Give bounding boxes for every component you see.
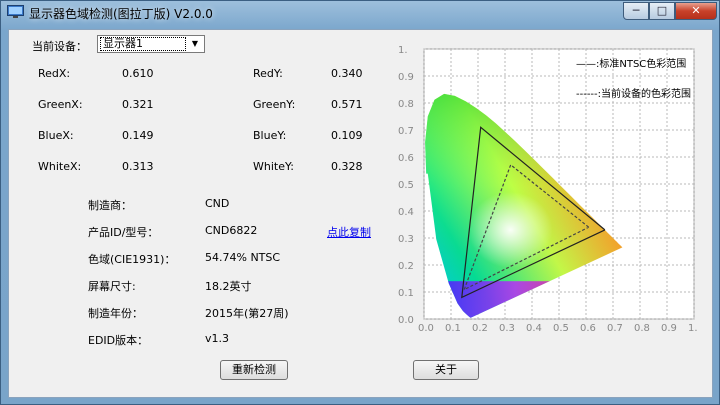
legend-ntsc: ——:标准NTSC色彩范围 bbox=[576, 57, 686, 70]
green-x-label: GreenX: bbox=[38, 98, 83, 111]
blue-y-label: BlueY: bbox=[253, 129, 287, 142]
manufacturer-value: CND bbox=[205, 197, 230, 210]
legend-device: ------:当前设备的色彩范围 bbox=[576, 87, 691, 100]
white-y-value: 0.328 bbox=[331, 160, 363, 173]
y-tick-label: 0.6 bbox=[398, 153, 414, 164]
cie-chromaticity-chart: 0.0 0.1 0.2 0.3 0.4 0.5 0.6 0.7 0.8 0.9 1. 0.0 0.1 0.… bbox=[394, 37, 710, 342]
product-id-label: 产品ID/型号： bbox=[88, 226, 159, 239]
screen-size-label: 屏幕尺寸: bbox=[88, 280, 136, 293]
x-tick-label: 0.9 bbox=[661, 323, 677, 334]
x-tick-label: 0.3 bbox=[499, 323, 515, 334]
y-tick-label: 0.5 bbox=[398, 180, 414, 191]
x-tick-label: 0.8 bbox=[634, 323, 650, 334]
red-y-value: 0.340 bbox=[331, 67, 363, 80]
manufacturer-label: 制造商： bbox=[88, 199, 132, 212]
blue-y-value: 0.109 bbox=[331, 129, 363, 142]
blue-x-value: 0.149 bbox=[122, 129, 154, 142]
y-tick-label: 0.9 bbox=[398, 72, 414, 83]
copy-link[interactable]: 点此复制 bbox=[327, 224, 371, 240]
product-id-value: CND6822 bbox=[205, 224, 258, 237]
manufacture-year-label: 制造年份： bbox=[88, 307, 143, 320]
white-point-glow bbox=[468, 191, 553, 268]
green-y-value: 0.571 bbox=[331, 98, 363, 111]
x-tick-label: 1. bbox=[688, 323, 698, 334]
x-tick-label: 0.4 bbox=[526, 323, 542, 334]
monitor-app-icon bbox=[7, 5, 24, 18]
red-x-label: RedX: bbox=[38, 67, 71, 80]
maximize-button[interactable]: □ bbox=[649, 2, 675, 20]
minimize-button[interactable]: ─ bbox=[623, 2, 649, 20]
blue-x-label: BlueX: bbox=[38, 129, 74, 142]
chevron-down-icon[interactable]: ▼ bbox=[188, 37, 202, 51]
white-y-label: WhiteY: bbox=[253, 160, 294, 173]
device-select-value: 显示器1 bbox=[100, 37, 186, 51]
white-x-value: 0.313 bbox=[122, 160, 154, 173]
green-x-value: 0.321 bbox=[122, 98, 154, 111]
y-tick-label: 0.0 bbox=[398, 315, 414, 326]
x-tick-label: 0.7 bbox=[607, 323, 623, 334]
gamut-label: 色域(CIE1931)： bbox=[88, 253, 176, 266]
x-tick-label: 0.1 bbox=[445, 323, 461, 334]
gamut-value: 54.74% NTSC bbox=[205, 251, 281, 264]
red-x-value: 0.610 bbox=[122, 67, 154, 80]
y-tick-label: 0.8 bbox=[398, 99, 414, 110]
y-tick-label: 0.2 bbox=[398, 261, 414, 272]
x-tick-label: 0.0 bbox=[418, 323, 434, 334]
edid-version-value: v1.3 bbox=[205, 332, 230, 345]
device-label: 当前设备： bbox=[32, 40, 87, 53]
white-x-label: WhiteX: bbox=[38, 160, 82, 173]
app-window: 显示器色域检测(图拉丁版) V2.0.0 ─ □ ✕ 当前设备： 显示器1 ▼ … bbox=[0, 0, 720, 405]
y-tick-label: 0.4 bbox=[398, 207, 414, 218]
edid-version-label: EDID版本： bbox=[88, 334, 149, 347]
about-button[interactable]: 关于 bbox=[413, 360, 479, 380]
y-tick-label: 0.1 bbox=[398, 288, 414, 299]
y-tick-label: 0.3 bbox=[398, 234, 414, 245]
x-tick-label: 0.6 bbox=[580, 323, 596, 334]
device-select[interactable]: 显示器1 ▼ bbox=[97, 35, 205, 53]
x-tick-label: 0.5 bbox=[553, 323, 569, 334]
y-tick-label: 0.7 bbox=[398, 126, 414, 137]
manufacture-year-value: 2015年(第27周) bbox=[205, 307, 289, 320]
green-y-label: GreenY: bbox=[253, 98, 296, 111]
redetect-button[interactable]: 重新检测 bbox=[220, 360, 288, 380]
screen-size-value: 18.2英寸 bbox=[205, 280, 252, 293]
y-tick-label: 1. bbox=[398, 45, 408, 56]
main-panel: 当前设备： 显示器1 ▼ RedX: 0.610 RedY: 0.340 Gre… bbox=[8, 29, 713, 398]
red-y-label: RedY: bbox=[253, 67, 283, 80]
close-button[interactable]: ✕ bbox=[675, 2, 717, 20]
window-title: 显示器色域检测(图拉丁版) V2.0.0 bbox=[29, 7, 213, 21]
x-tick-label: 0.2 bbox=[472, 323, 488, 334]
title-bar[interactable]: 显示器色域检测(图拉丁版) V2.0.0 ─ □ ✕ bbox=[1, 1, 719, 25]
